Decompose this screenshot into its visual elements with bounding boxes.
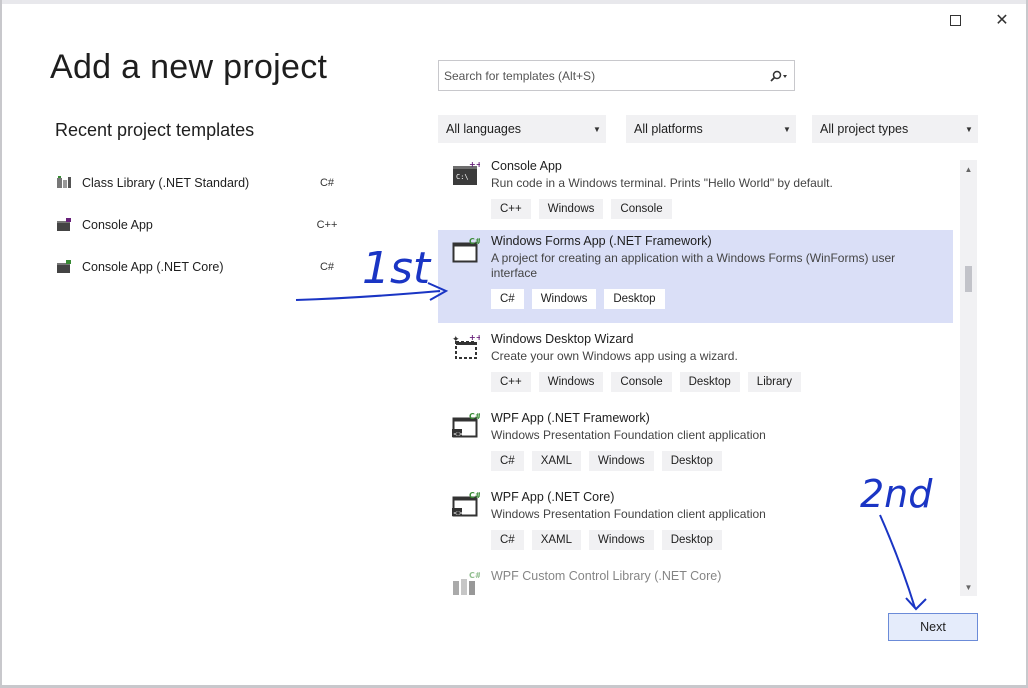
- window-frame-top: [0, 0, 1028, 4]
- console-app-icon: C:\ ++: [452, 160, 482, 187]
- control-library-icon: C#: [452, 571, 482, 595]
- tag: Desktop: [679, 372, 740, 392]
- language-filter[interactable]: All languages ▼: [438, 115, 606, 143]
- recent-item-lang: C#: [319, 177, 335, 189]
- template-name: Windows Forms App (.NET Framework): [491, 234, 712, 248]
- console-app-icon: [56, 260, 72, 274]
- template-tags: C++ Windows Console Desktop Library: [491, 372, 953, 392]
- class-library-icon: [56, 176, 72, 190]
- svg-text:++: ++: [469, 334, 480, 342]
- template-tags: C# Windows Desktop: [491, 289, 953, 309]
- recent-item-label: Console App (.NET Core): [82, 260, 224, 274]
- template-description: Windows Presentation Foundation client a…: [491, 507, 766, 521]
- tag: Desktop: [661, 451, 722, 471]
- desktop-wizard-icon: ✦ ++: [452, 333, 482, 360]
- template-name: WPF Custom Control Library (.NET Core): [491, 569, 722, 583]
- tag: C#: [491, 530, 524, 550]
- console-app-icon: [56, 218, 72, 232]
- tag: Windows: [531, 289, 597, 309]
- annotation-arrow-first: [295, 290, 441, 301]
- template-name: Windows Desktop Wizard: [491, 332, 634, 346]
- project-type-filter[interactable]: All project types ▼: [812, 115, 978, 143]
- tag: XAML: [531, 451, 582, 471]
- svg-text:C#: C#: [469, 571, 480, 580]
- tag: C++: [491, 199, 531, 219]
- search-options[interactable]: [764, 70, 794, 82]
- template-wpf-app-framework[interactable]: <> C# WPF App (.NET Framework) Windows Pr…: [438, 407, 953, 479]
- tag: Console: [611, 199, 672, 219]
- scroll-thumb[interactable]: [965, 266, 972, 292]
- tag: Library: [747, 372, 801, 392]
- tag: Console: [611, 372, 672, 392]
- tag: Windows: [589, 451, 654, 471]
- svg-text:C:\: C:\: [456, 173, 469, 181]
- tag: Windows: [538, 372, 604, 392]
- chevron-down-icon: ▼: [965, 124, 973, 134]
- template-list[interactable]: C:\ ++ Console App Run code in a Windows …: [438, 155, 953, 595]
- template-wpf-custom-control-library[interactable]: C# WPF Custom Control Library (.NET Core…: [438, 565, 953, 595]
- next-button[interactable]: Next: [888, 613, 978, 641]
- tag: Windows: [589, 530, 654, 550]
- template-windows-forms-app[interactable]: C# Windows Forms App (.NET Framework) A …: [438, 230, 953, 323]
- recent-item-class-library[interactable]: Class Library (.NET Standard) C#: [56, 170, 346, 196]
- tag: XAML: [531, 530, 582, 550]
- window-frame-left: [0, 0, 2, 688]
- tag: Windows: [538, 199, 604, 219]
- scroll-down-arrow-icon[interactable]: ▼: [960, 580, 977, 596]
- tag: C#: [491, 451, 524, 471]
- chevron-down-icon: ▼: [593, 124, 601, 134]
- recent-item-label: Class Library (.NET Standard): [82, 176, 250, 190]
- template-tags: C++ Windows Console: [491, 199, 953, 219]
- maximize-button[interactable]: [943, 8, 967, 32]
- recent-item-console-app[interactable]: Console App C++: [56, 212, 346, 238]
- svg-text:<>: <>: [453, 431, 463, 438]
- recent-item-lang: C#: [319, 261, 335, 273]
- svg-text:C#: C#: [469, 492, 480, 500]
- svg-text:✦: ✦: [452, 335, 460, 345]
- platform-filter[interactable]: All platforms ▼: [626, 115, 796, 143]
- tag: Desktop: [661, 530, 722, 550]
- close-icon: ✕: [995, 12, 1009, 29]
- svg-text:<>: <>: [453, 510, 463, 517]
- tag: C#: [491, 289, 524, 309]
- project-type-filter-value: All project types: [820, 122, 909, 136]
- template-console-app[interactable]: C:\ ++ Console App Run code in a Windows …: [438, 155, 953, 227]
- scroll-up-arrow-icon[interactable]: ▲: [960, 162, 977, 178]
- recent-templates-heading: Recent project templates: [55, 120, 255, 140]
- template-tags: C# XAML Windows Desktop: [491, 451, 953, 471]
- tag: C++: [491, 372, 531, 392]
- template-description: Run code in a Windows terminal. Prints "…: [491, 176, 833, 190]
- recent-item-lang: C++: [316, 219, 338, 231]
- windows-forms-icon: C#: [452, 237, 482, 264]
- template-name: Console App: [491, 159, 562, 173]
- wpf-app-icon: <> C#: [452, 491, 482, 518]
- template-wpf-app-core[interactable]: <> C# WPF App (.NET Core) Windows Present…: [438, 486, 953, 558]
- recent-item-console-app-core[interactable]: Console App (.NET Core) C#: [56, 254, 346, 280]
- tag: Desktop: [604, 289, 665, 309]
- maximize-icon: [949, 14, 961, 26]
- template-description: Create your own Windows app using a wiza…: [491, 349, 738, 363]
- wpf-app-icon: <> C#: [452, 412, 482, 439]
- chevron-down-icon: ▼: [783, 124, 791, 134]
- svg-text:C#: C#: [469, 413, 480, 421]
- template-list-scrollbar[interactable]: ▲ ▼: [960, 160, 977, 596]
- close-button[interactable]: ✕: [990, 8, 1014, 32]
- template-description: Windows Presentation Foundation client a…: [491, 428, 766, 442]
- template-tags: C# XAML Windows Desktop: [491, 530, 953, 550]
- annotation-arrowhead-second: [905, 597, 927, 611]
- svg-text:C#: C#: [469, 238, 480, 246]
- template-name: WPF App (.NET Core): [491, 490, 615, 504]
- search-input[interactable]: [444, 68, 764, 83]
- svg-text:++: ++: [469, 161, 480, 169]
- template-windows-desktop-wizard[interactable]: ✦ ++ Windows Desktop Wizard Create your o…: [438, 328, 953, 400]
- template-description: A project for creating an application wi…: [491, 251, 896, 280]
- page-title: Add a new project: [50, 48, 328, 86]
- platform-filter-value: All platforms: [634, 122, 703, 136]
- template-name: WPF App (.NET Framework): [491, 411, 650, 425]
- language-filter-value: All languages: [446, 122, 522, 136]
- annotation-first: 1st: [362, 243, 432, 294]
- search-icon: [770, 70, 787, 82]
- recent-item-label: Console App: [82, 218, 153, 232]
- template-search[interactable]: [438, 60, 795, 91]
